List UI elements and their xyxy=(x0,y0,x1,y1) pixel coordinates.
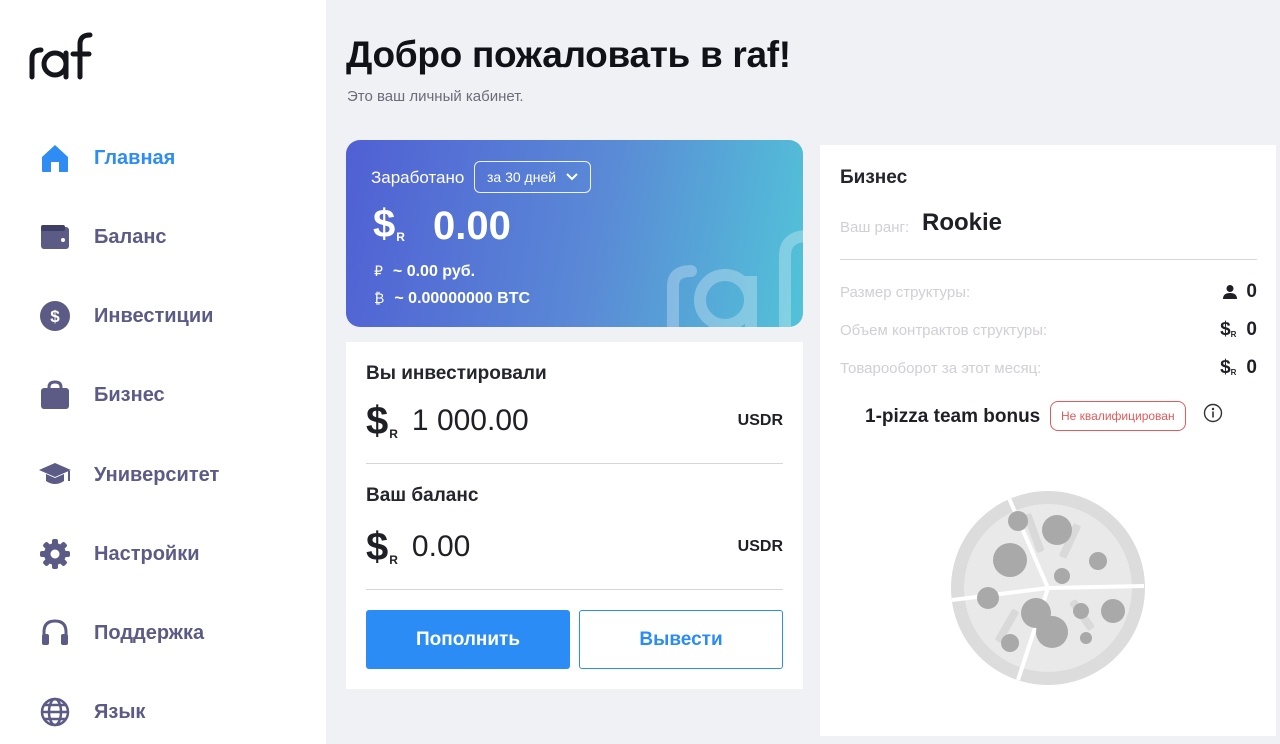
sidebar-item-label: Поддержка xyxy=(94,621,205,644)
rank-label: Ваш ранг: xyxy=(840,219,910,236)
period-value: за 30 дней xyxy=(487,169,557,185)
sidebar-item-university[interactable]: Университет xyxy=(38,455,219,495)
bitcoin-icon: ₿ xyxy=(374,290,385,306)
balance-title: Ваш баланс xyxy=(366,485,479,506)
earned-btc: ₿ ~ 0.00000000 BTC xyxy=(374,290,531,307)
status-badge: Не квалифицирован xyxy=(1050,401,1186,431)
business-title: Бизнес xyxy=(840,167,908,188)
usdr-currency-icon: $R xyxy=(373,202,405,246)
invested-row: $R 1 000.00 USDR xyxy=(366,398,783,444)
earned-amount: 0.00 xyxy=(433,204,511,248)
raf-logo[interactable] xyxy=(28,30,94,85)
withdraw-button[interactable]: Вывести xyxy=(579,610,783,669)
stat-structure-size: Размер структуры: 0 xyxy=(840,280,1257,304)
headset-icon xyxy=(38,616,72,650)
business-card: Бизнес Ваш ранг: Rookie Размер структуры… xyxy=(820,145,1276,736)
shopping-bag-icon xyxy=(38,378,72,412)
bonus-title: 1-pizza team bonus xyxy=(865,406,1041,427)
page-subtitle: Это ваш личный кабинет. xyxy=(347,88,524,105)
usdr-currency-icon: $R xyxy=(366,398,398,443)
deposit-button[interactable]: Пополнить xyxy=(366,610,570,669)
sidebar-item-support[interactable]: Поддержка xyxy=(38,613,204,653)
divider xyxy=(366,463,783,464)
sidebar-item-balance[interactable]: Баланс xyxy=(38,217,167,257)
stat-value: 0 xyxy=(1222,281,1257,303)
raf-logo-icon xyxy=(29,32,93,80)
svg-text:$: $ xyxy=(50,307,60,326)
divider xyxy=(366,589,783,590)
earned-label: Заработано xyxy=(371,168,465,187)
main-content: Добро пожаловать в raf! Это ваш личный к… xyxy=(326,0,1280,744)
sidebar-item-language[interactable]: Язык xyxy=(38,692,145,732)
stat-monthly-turnover: Товарооборот за этот месяц: $R 0 xyxy=(840,356,1257,380)
stat-value: $R 0 xyxy=(1220,319,1257,340)
stat-label: Размер структуры: xyxy=(840,283,971,301)
stat-label: Товарооборот за этот месяц: xyxy=(840,359,1042,377)
stat-contracts-volume: Объем контрактов структуры: $R 0 xyxy=(840,318,1257,342)
sidebar-item-label: Университет xyxy=(94,463,220,486)
sidebar-item-label: Настройки xyxy=(94,542,200,565)
sidebar: Главная Баланс $ Инвестиции Бизнес Униве… xyxy=(0,0,326,744)
sidebar-item-label: Баланс xyxy=(94,225,167,248)
sidebar-item-home[interactable]: Главная xyxy=(38,138,175,178)
gear-icon xyxy=(38,537,72,571)
invested-unit: USDR xyxy=(737,412,783,429)
sidebar-item-business[interactable]: Бизнес xyxy=(38,375,165,415)
stat-value: $R 0 xyxy=(1220,357,1257,378)
sidebar-item-settings[interactable]: Настройки xyxy=(38,534,200,574)
wallet-icon xyxy=(38,220,72,254)
home-icon xyxy=(38,141,72,175)
stat-label: Объем контрактов структуры: xyxy=(840,321,1048,339)
earned-rub: ₽ ~ 0.00 руб. xyxy=(374,263,476,280)
sidebar-item-label: Бизнес xyxy=(94,383,165,406)
balance-unit: USDR xyxy=(737,538,783,555)
period-dropdown[interactable]: за 30 дней xyxy=(474,161,592,193)
usdr-icon: $R xyxy=(1220,357,1237,378)
sidebar-item-investments[interactable]: $ Инвестиции xyxy=(38,296,213,336)
raf-watermark-icon xyxy=(663,226,803,327)
invested-title: Вы инвестировали xyxy=(366,363,547,384)
usdr-icon: $R xyxy=(1220,319,1237,340)
usdr-currency-icon: $R xyxy=(366,524,398,569)
info-icon[interactable] xyxy=(1203,403,1223,428)
balance-row: $R 0.00 USDR xyxy=(366,524,783,570)
user-icon xyxy=(1223,285,1238,299)
sidebar-item-label: Язык xyxy=(94,700,146,723)
dollar-coin-icon: $ xyxy=(38,299,72,333)
chevron-down-icon xyxy=(566,173,578,181)
globe-icon xyxy=(38,695,72,729)
divider xyxy=(840,259,1257,260)
ruble-icon: ₽ xyxy=(374,263,383,279)
invested-value: 1 000.00 xyxy=(411,404,529,437)
pizza-icon xyxy=(948,488,1148,693)
page-title: Добро пожаловать в raf! xyxy=(346,34,791,75)
investment-card: Вы инвестировали $R 1 000.00 USDR Ваш ба… xyxy=(346,342,803,689)
earned-card: Заработано за 30 дней $R 0.00 ₽ ~ 0.00 ру… xyxy=(346,140,803,327)
rank-value: Rookie xyxy=(922,209,1003,236)
balance-value: 0.00 xyxy=(411,530,471,563)
sidebar-item-label: Главная xyxy=(94,146,176,169)
sidebar-item-label: Инвестиции xyxy=(94,304,214,327)
graduation-cap-icon xyxy=(38,458,72,492)
